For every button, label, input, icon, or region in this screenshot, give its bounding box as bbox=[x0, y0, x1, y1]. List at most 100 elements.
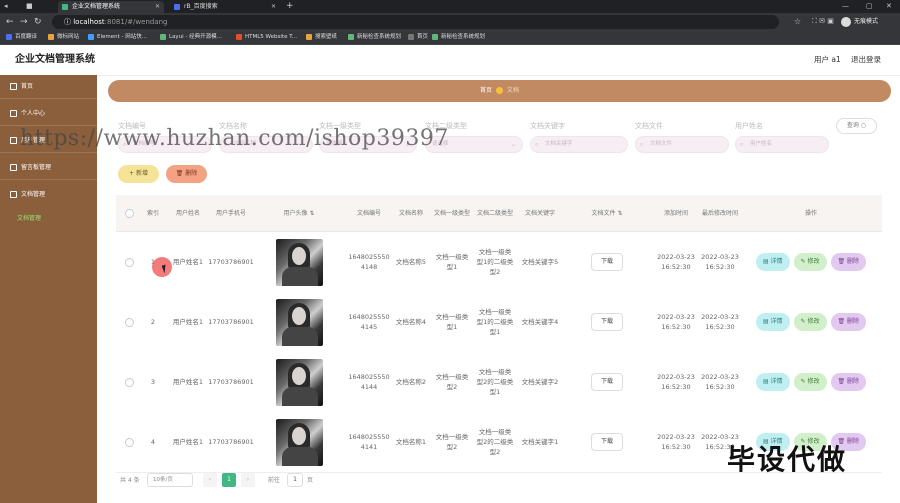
cell-doc-no: 16480255504144 bbox=[348, 373, 390, 391]
detail-button[interactable]: ▤ 详情 bbox=[755, 373, 790, 391]
minimize-icon[interactable]: — bbox=[842, 0, 849, 12]
username-input[interactable]: ⌕ 用户姓名 bbox=[735, 136, 829, 153]
delete-button[interactable]: 🗑 删除 bbox=[830, 253, 867, 271]
detail-button[interactable]: ▤ 详情 bbox=[755, 253, 790, 271]
cell-keyword: 文档关键字1 bbox=[521, 438, 559, 446]
bookmark-star-icon[interactable]: ☆ bbox=[794, 15, 801, 29]
back-arrow-icon[interactable]: ← bbox=[6, 16, 14, 28]
column-header-phone[interactable]: 用户手机号 bbox=[210, 195, 252, 231]
forward-arrow-icon[interactable]: → bbox=[20, 16, 28, 28]
tab-active[interactable]: 企业文档管理系统 ✕ bbox=[58, 1, 164, 13]
bookmark-item[interactable]: 百度翻译 bbox=[6, 31, 37, 44]
column-header-keyword[interactable]: 文档关键字 bbox=[520, 195, 560, 231]
sidebar-subitem-documents[interactable]: 文档管理 bbox=[0, 209, 97, 229]
pagination-total: 共 4 条 bbox=[120, 477, 140, 484]
bookmark-icon bbox=[432, 34, 438, 40]
cell-username: 用户姓名1 bbox=[172, 258, 204, 266]
table-row: 3 用户姓名1 17703786901 16480255504144 文档名称2… bbox=[116, 352, 882, 413]
delete-label: 删除 bbox=[847, 438, 860, 445]
back-tab-icon[interactable]: ◂ bbox=[4, 0, 8, 12]
close-icon[interactable]: ✕ bbox=[271, 1, 276, 13]
extension-icons[interactable]: ⛶ ✉ ▣ bbox=[812, 17, 834, 26]
select-all-cell[interactable] bbox=[116, 195, 142, 231]
batch-delete-button[interactable]: 🗑 删除 bbox=[166, 165, 207, 183]
reload-icon[interactable]: ↻ bbox=[34, 16, 42, 28]
download-button[interactable]: 下载 bbox=[591, 373, 623, 391]
row-select-cell[interactable] bbox=[116, 292, 142, 352]
cell-doc-name: 文档名称4 bbox=[395, 318, 427, 326]
column-header-modified[interactable]: 最后修改时间 bbox=[700, 195, 740, 231]
edit-button[interactable]: ✎ 修改 bbox=[793, 253, 827, 271]
bookmark-item[interactable]: 微标网站 bbox=[48, 31, 79, 44]
next-page-button[interactable]: › bbox=[241, 473, 255, 487]
row-checkbox[interactable] bbox=[124, 317, 134, 327]
breadcrumb-home[interactable]: 首页 bbox=[480, 87, 492, 94]
avatar bbox=[275, 358, 323, 406]
sidebar-item-profile[interactable]: 个人中心 bbox=[0, 102, 97, 126]
cell-type1: 文档一级类型1 bbox=[435, 253, 469, 271]
maximize-icon[interactable]: ▢ bbox=[866, 0, 873, 12]
column-header-file[interactable]: 文档文件 ⇅ bbox=[582, 195, 632, 231]
row-select-cell[interactable] bbox=[116, 352, 142, 412]
column-header-type2[interactable]: 文档二级类型 bbox=[476, 195, 514, 231]
detail-button[interactable]: ▤ 详情 bbox=[755, 313, 790, 331]
column-header-doc-no[interactable]: 文档编号 bbox=[348, 195, 390, 231]
column-header-type1[interactable]: 文档一级类型 bbox=[434, 195, 470, 231]
filter-label-username: 用户姓名 bbox=[735, 122, 763, 130]
edit-button[interactable]: ✎ 修改 bbox=[793, 373, 827, 391]
goto-page-input[interactable]: 1 bbox=[287, 473, 303, 487]
logout-link[interactable]: 退出登录 bbox=[851, 45, 881, 75]
keyword-input[interactable]: ⌕ 文档关键字 bbox=[530, 136, 628, 153]
download-button[interactable]: 下载 bbox=[591, 253, 623, 271]
sidebar-item-messages[interactable]: 留言板管理 bbox=[0, 156, 97, 180]
row-checkbox[interactable] bbox=[124, 257, 134, 267]
download-button[interactable]: 下载 bbox=[591, 313, 623, 331]
cell-type2: 文档一级类型2的二级类型2 bbox=[476, 428, 514, 456]
column-header-avatar[interactable]: 用户头像 ⇅ bbox=[270, 195, 328, 231]
tab-baidu[interactable]: rB_百度搜索 ✕ bbox=[170, 1, 280, 13]
download-button[interactable]: 下载 bbox=[591, 433, 623, 451]
profile-button[interactable]: 无痕模式 bbox=[841, 16, 878, 28]
edit-button[interactable]: ✎ 修改 bbox=[793, 313, 827, 331]
bookmark-item[interactable]: 搜索壁纸 bbox=[306, 31, 337, 44]
page-number-current[interactable]: 1 bbox=[222, 473, 236, 487]
bookmark-icon bbox=[88, 34, 94, 40]
column-header-username[interactable]: 用户姓名 bbox=[168, 195, 208, 231]
bookmark-item[interactable]: HTML5 Website T... bbox=[236, 31, 297, 44]
search-button[interactable]: 查询 ○ bbox=[836, 118, 877, 134]
column-header-doc-name[interactable]: 文档名称 bbox=[394, 195, 428, 231]
avatar-coat bbox=[281, 386, 318, 406]
cell-username: 用户姓名1 bbox=[172, 378, 204, 386]
detail-label: 详情 bbox=[770, 258, 783, 265]
bookmark-item[interactable]: Element - 网站快... bbox=[88, 31, 147, 44]
bookmarks-bar: 百度翻译 微标网站 Element - 网站快... Layui - 经典开源模… bbox=[0, 31, 900, 45]
tab-list-icon[interactable]: ■ bbox=[26, 0, 33, 12]
url-field[interactable]: ⓘ localhost:8081/#/wendang ☆ bbox=[52, 15, 801, 29]
prev-page-button[interactable]: ‹ bbox=[203, 473, 217, 487]
delete-button[interactable]: 🗑 删除 bbox=[830, 373, 867, 391]
bookmark-label: 百度翻译 bbox=[15, 34, 38, 40]
sidebar-item-documents[interactable]: 文档管理 bbox=[0, 183, 97, 207]
bookmark-item[interactable]: Layui - 经典开源模... bbox=[160, 31, 222, 44]
close-icon[interactable]: ✕ bbox=[155, 1, 160, 13]
bookmark-item[interactable]: 首页 bbox=[408, 31, 428, 44]
file-input[interactable]: ⌕ 文档文件 bbox=[635, 136, 729, 153]
cell-phone: 17703786901 bbox=[208, 318, 254, 326]
row-select-cell[interactable] bbox=[116, 232, 142, 292]
select-all-checkbox[interactable] bbox=[124, 208, 134, 218]
sidebar-item-home[interactable]: 首页 bbox=[0, 75, 97, 99]
cell-doc-no: 16480255504141 bbox=[348, 433, 390, 451]
column-header-added[interactable]: 添加时间 bbox=[656, 195, 696, 231]
row-select-cell[interactable] bbox=[116, 412, 142, 472]
window-close-icon[interactable]: ✕ bbox=[886, 0, 892, 12]
row-checkbox[interactable] bbox=[124, 377, 134, 387]
add-button[interactable]: + 新增 bbox=[118, 165, 159, 183]
page-size-select[interactable]: 10条/页 bbox=[147, 473, 193, 487]
batch-delete-label: 删除 bbox=[185, 170, 198, 177]
breadcrumb-current: 文档 bbox=[507, 87, 520, 94]
row-checkbox[interactable] bbox=[124, 437, 134, 447]
delete-button[interactable]: 🗑 删除 bbox=[830, 313, 867, 331]
new-tab-icon[interactable]: + bbox=[286, 0, 294, 12]
bookmark-item[interactable]: 新秘检查系统规划 bbox=[348, 31, 401, 44]
bookmark-item[interactable]: 新秘检查系统规划 bbox=[432, 31, 485, 44]
